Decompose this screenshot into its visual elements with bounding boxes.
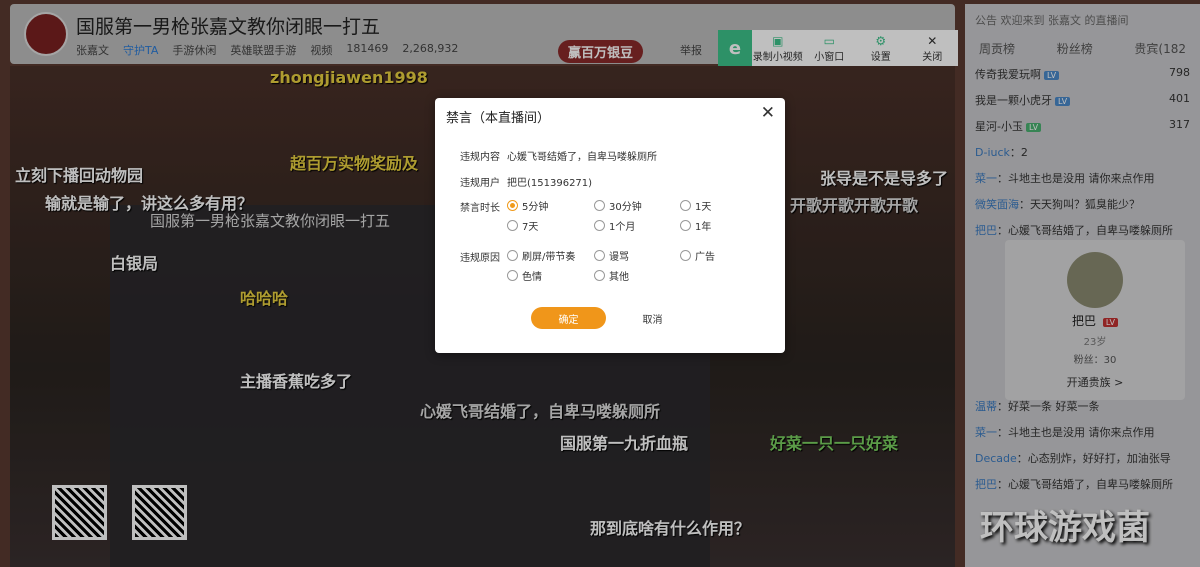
duration-7days-radio[interactable]: 7天 bbox=[507, 218, 538, 233]
duration-1year-radio[interactable]: 1年 bbox=[680, 218, 711, 233]
reason-ad-radio[interactable]: 广告 bbox=[680, 248, 715, 263]
duration-1day-radio[interactable]: 1天 bbox=[680, 198, 711, 213]
duration-5min-radio[interactable]: 5分钟 bbox=[507, 198, 548, 213]
violation-content: 心媛飞哥结婚了，自卑马喽躲厕所 bbox=[507, 152, 657, 163]
violation-user: 把巴(151396271) bbox=[507, 178, 593, 189]
cancel-button[interactable]: 取消 bbox=[620, 307, 685, 329]
confirm-button[interactable]: 确定 bbox=[531, 307, 606, 329]
close-dialog-icon[interactable]: ✕ bbox=[761, 103, 775, 123]
mute-dialog: 禁言（本直播间） ✕ 违规内容 心媛飞哥结婚了，自卑马喽躲厕所 违规用户 把巴(15… bbox=[435, 98, 785, 353]
reason-spam-radio[interactable]: 刷屏/带节奏 bbox=[507, 248, 575, 263]
reason-porn-radio[interactable]: 色情 bbox=[507, 268, 542, 283]
duration-1month-radio[interactable]: 1个月 bbox=[594, 218, 635, 233]
reason-abuse-radio[interactable]: 谩骂 bbox=[594, 248, 629, 263]
dialog-title: 禁言（本直播间） bbox=[446, 111, 551, 126]
reason-other-radio[interactable]: 其他 bbox=[594, 268, 629, 283]
duration-30min-radio[interactable]: 30分钟 bbox=[594, 198, 642, 213]
